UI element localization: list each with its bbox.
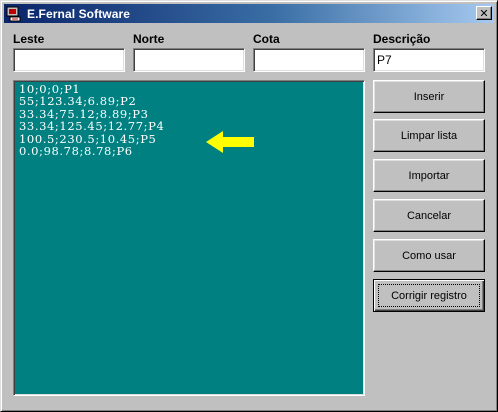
cancelar-button-label: Cancelar: [406, 209, 452, 222]
close-icon: ✕: [479, 6, 489, 20]
window-title: E.Fernal Software: [27, 6, 131, 21]
norte-input[interactable]: [133, 48, 245, 72]
descricao-input[interactable]: [373, 48, 485, 72]
importar-button[interactable]: Importar: [373, 159, 485, 192]
leste-input[interactable]: [13, 48, 125, 72]
close-button[interactable]: ✕: [476, 6, 492, 20]
title-bar[interactable]: E.Fernal Software ✕: [4, 4, 494, 23]
cota-input[interactable]: [253, 48, 365, 72]
list-item[interactable]: 0.0;98.78;8.78;P6: [19, 145, 359, 158]
inserir-button-label: Inserir: [413, 90, 445, 103]
importar-button-label: Importar: [408, 169, 450, 182]
inserir-button[interactable]: Inserir: [373, 80, 485, 113]
como-usar-button[interactable]: Como usar: [373, 239, 485, 272]
records-list[interactable]: 10;0;0;P1 55;123.34;6.89;P2 33.34;75.12;…: [13, 80, 365, 396]
list-item[interactable]: 33.34;125.45;12.77;P4: [19, 120, 359, 133]
corrigir-registro-button[interactable]: Corrigir registro: [373, 279, 485, 312]
app-window: E.Fernal Software ✕ Leste Norte Cota Des…: [0, 0, 498, 412]
focus-rectangle: [378, 284, 480, 307]
app-icon: [6, 6, 22, 22]
arrow-left-icon: [206, 131, 256, 153]
limpar-lista-button[interactable]: Limpar lista: [373, 119, 485, 152]
leste-label: Leste: [13, 32, 45, 46]
cancelar-button[interactable]: Cancelar: [373, 199, 485, 232]
limpar-lista-button-label: Limpar lista: [400, 129, 458, 142]
como-usar-button-label: Como usar: [402, 249, 456, 262]
norte-label: Norte: [133, 32, 165, 46]
cota-label: Cota: [253, 32, 280, 46]
list-item[interactable]: 55;123.34;6.89;P2: [19, 95, 359, 108]
descricao-label: Descrição: [373, 32, 431, 46]
